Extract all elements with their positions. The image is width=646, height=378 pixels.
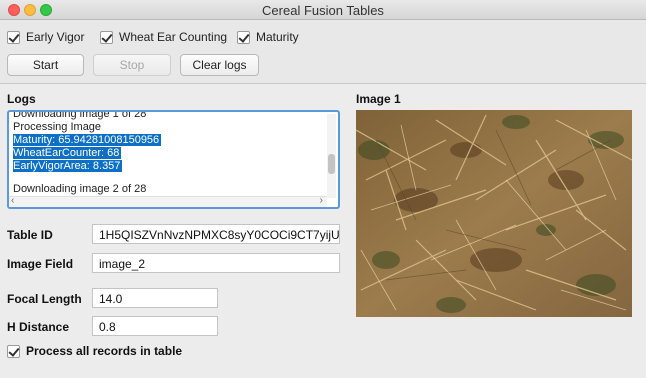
log-line: Processing Image [13,121,102,133]
checkbox-checked-icon [7,344,20,358]
wheat-ear-counting-checkbox[interactable]: Wheat Ear Counting [100,30,227,44]
toolbar: Early Vigor Wheat Ear Counting Maturity … [0,20,646,84]
maturity-checkbox[interactable]: Maturity [237,30,299,44]
maturity-label: Maturity [256,30,299,44]
scroll-left-icon[interactable]: ‹ [11,195,14,206]
log-line: Downloading image 2 of 28 [13,183,147,195]
window-title: Cereal Fusion Tables [262,3,384,18]
log-line-selected: Maturity: 65.94281008150956 [13,134,162,146]
early-vigor-label: Early Vigor [26,30,85,44]
log-line-selected: WheatEarCounter: 68 [13,147,122,159]
table-id-label: Table ID [7,228,53,242]
log-line-selected: EarlyVigorArea: 8.357 [13,160,123,172]
logs-heading: Logs [7,92,36,106]
field-image [356,110,632,317]
h-distance-input[interactable]: 0.8 [92,316,218,336]
logs-text-area[interactable]: Downloading image 1 of 28 Processing Ima… [7,110,340,209]
checkbox-checked-icon [7,30,20,44]
process-all-label: Process all records in table [26,344,183,358]
checkbox-checked-icon [237,30,250,44]
early-vigor-checkbox[interactable]: Early Vigor [7,30,84,44]
logs-horizontal-scrollbar[interactable]: ‹ › [9,195,327,207]
focal-length-input[interactable]: 14.0 [92,288,218,308]
h-distance-label: H Distance [7,320,70,334]
image-field-label: Image Field [7,257,74,271]
wheat-ear-counting-label: Wheat Ear Counting [119,30,228,44]
wheat-field-photo [356,110,632,317]
scrollbar-thumb[interactable] [328,154,335,174]
checkbox-checked-icon [100,30,113,44]
log-line-blank [13,173,328,183]
stop-button[interactable]: Stop [93,54,171,76]
process-all-checkbox[interactable]: Process all records in table [7,344,182,358]
scroll-right-icon[interactable]: › [320,195,323,206]
title-bar: Cereal Fusion Tables [0,0,646,20]
log-line: Downloading image 1 of 28 [13,110,147,120]
clear-logs-button[interactable]: Clear logs [180,54,259,76]
start-button[interactable]: Start [7,54,84,76]
image-heading: Image 1 [356,92,401,106]
image-field-input[interactable]: image_2 [92,253,340,273]
logs-vertical-scrollbar[interactable] [327,114,336,198]
table-id-input[interactable]: 1H5QISZVnNvzNPMXC8syY0COCi9CT7yijUp [92,224,340,244]
focal-length-label: Focal Length [7,292,82,306]
log-lines: Downloading image 1 of 28 Processing Ima… [13,110,328,196]
